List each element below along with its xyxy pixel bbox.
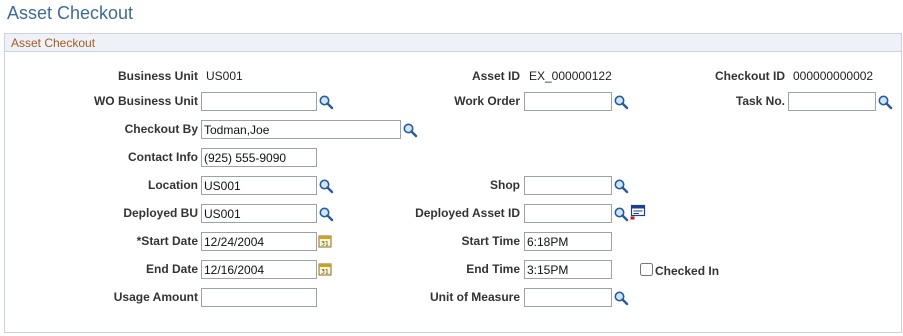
end-time-field[interactable]: [524, 260, 612, 279]
asset-id-value: EX_000000122: [529, 69, 612, 83]
location-lookup-icon[interactable]: [318, 178, 334, 194]
end-date-calendar-icon[interactable]: 31: [318, 262, 332, 276]
location-field[interactable]: [201, 176, 317, 195]
unit-of-measure-field[interactable]: [524, 288, 612, 307]
deployed-bu-lookup-icon[interactable]: [318, 206, 334, 222]
checked-in-label: Checked In: [655, 264, 720, 278]
checkout-id-label: Checkout ID: [714, 69, 785, 83]
start-date-calendar-icon[interactable]: 31: [318, 234, 332, 248]
shop-lookup-icon[interactable]: [613, 178, 629, 194]
task-no-lookup-icon[interactable]: [877, 94, 893, 110]
end-date-field[interactable]: [201, 260, 317, 279]
business-unit-label: Business Unit: [117, 69, 198, 83]
start-time-label: Start Time: [461, 234, 520, 248]
start-date-field[interactable]: [201, 232, 317, 251]
location-label: Location: [148, 178, 198, 192]
start-time-field[interactable]: [524, 232, 612, 251]
wo-business-unit-label: WO Business Unit: [93, 94, 198, 108]
deployed-bu-field[interactable]: [201, 204, 317, 223]
end-date-label: End Date: [145, 262, 198, 276]
work-order-lookup-icon[interactable]: [613, 94, 629, 110]
checkout-by-lookup-icon[interactable]: [402, 122, 418, 138]
deployed-asset-id-field[interactable]: [524, 204, 612, 223]
end-time-label: End Time: [466, 262, 520, 276]
start-date-label: *Start Date: [136, 234, 198, 248]
usage-amount-field[interactable]: [201, 288, 317, 307]
checkout-by-field[interactable]: [201, 120, 401, 139]
svg-text:31: 31: [321, 269, 329, 276]
business-unit-value: US001: [206, 69, 243, 83]
wo-business-unit-lookup-icon[interactable]: [318, 94, 334, 110]
usage-amount-label: Usage Amount: [113, 290, 198, 304]
checkout-by-label: Checkout By: [124, 122, 198, 136]
task-no-label: Task No.: [735, 94, 785, 108]
task-no-field[interactable]: [788, 92, 876, 111]
contact-info-field[interactable]: [201, 148, 317, 167]
groupbox-title: Asset Checkout: [11, 36, 96, 50]
deployed-bu-label: Deployed BU: [123, 206, 198, 220]
work-order-field[interactable]: [524, 92, 612, 111]
work-order-label: Work Order: [454, 94, 520, 108]
unit-of-measure-label: Unit of Measure: [429, 290, 520, 304]
page-title: Asset Checkout: [7, 3, 134, 23]
deployed-asset-id-lookup-icon[interactable]: [613, 206, 629, 222]
contact-info-label: Contact Info: [128, 150, 198, 164]
shop-label: Shop: [490, 178, 520, 192]
wo-business-unit-field[interactable]: [201, 92, 317, 111]
asset-detail-icon[interactable]: [630, 204, 646, 220]
checkout-id-value: 000000000002: [793, 69, 874, 83]
shop-field[interactable]: [524, 176, 612, 195]
groupbox-header: Asset Checkout: [4, 33, 902, 52]
deployed-asset-id-label: Deployed Asset ID: [415, 206, 520, 220]
unit-of-measure-lookup-icon[interactable]: [613, 290, 629, 306]
checked-in-checkbox[interactable]: [640, 263, 653, 276]
asset-id-label: Asset ID: [471, 69, 520, 83]
svg-text:31: 31: [321, 241, 329, 248]
